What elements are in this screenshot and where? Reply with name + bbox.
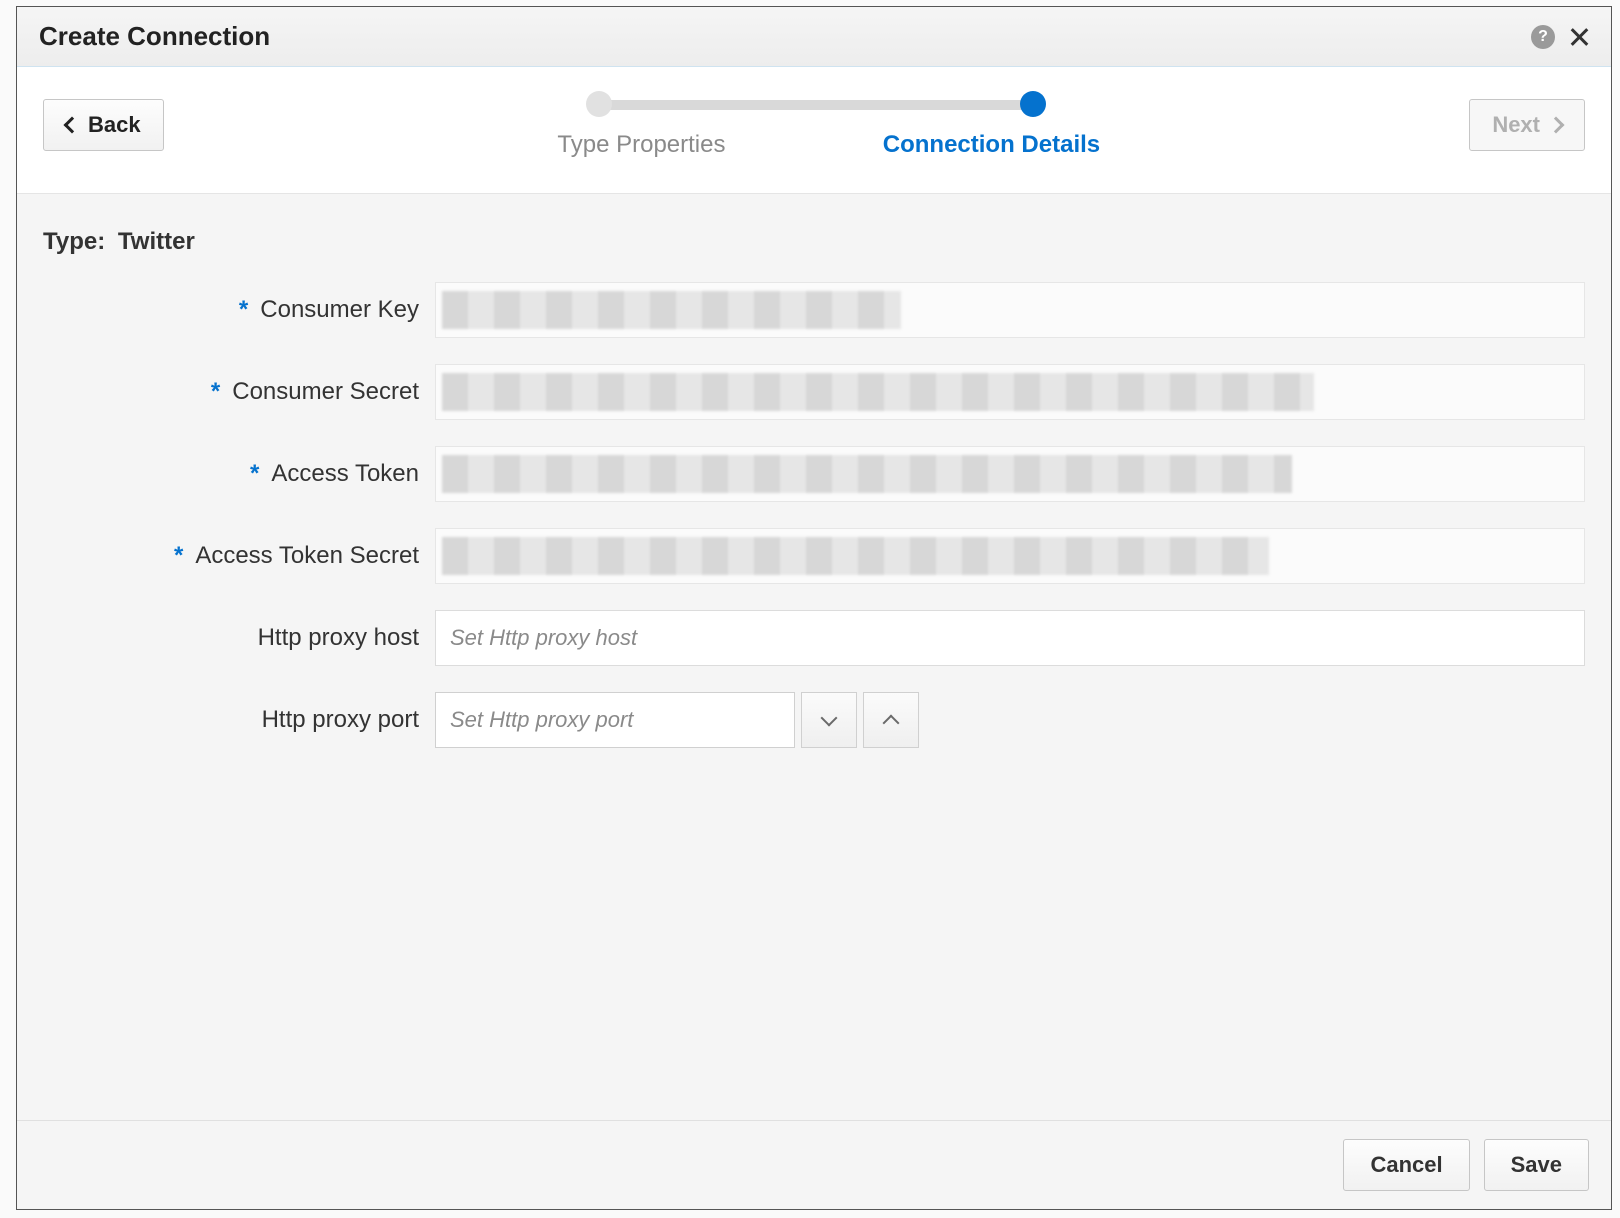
required-mark: * (174, 544, 183, 568)
chevron-left-icon (64, 117, 81, 134)
http-proxy-host-input[interactable] (435, 610, 1585, 666)
field-consumer-secret: * Consumer Secret (43, 364, 1585, 420)
cancel-button[interactable]: Cancel (1343, 1139, 1469, 1191)
type-value: Twitter (118, 228, 195, 255)
port-decrement-button[interactable] (801, 692, 857, 748)
dialog-title: Create Connection (39, 21, 1531, 52)
dialog-footer: Cancel Save (17, 1120, 1611, 1209)
form-area: Type: Twitter * Consumer Key * Consumer … (17, 194, 1611, 1120)
chevron-right-icon (1548, 117, 1565, 134)
chevron-down-icon (821, 709, 838, 726)
access-token-label: Access Token (271, 460, 419, 488)
field-http-proxy-port: Http proxy port (43, 692, 1585, 748)
required-mark: * (250, 462, 259, 486)
consumer-key-label: Consumer Key (260, 296, 419, 324)
wizard-step-label-1[interactable]: Type Properties (466, 131, 816, 159)
type-row: Type: Twitter (43, 228, 1585, 256)
back-button-label: Back (88, 112, 141, 138)
field-access-token-secret: * Access Token Secret (43, 528, 1585, 584)
http-proxy-port-label: Http proxy port (262, 706, 419, 734)
dialog-titlebar: Create Connection ? (17, 7, 1611, 67)
create-connection-dialog: Create Connection ? Back Type Properties… (16, 6, 1612, 1210)
close-icon[interactable] (1569, 27, 1589, 47)
save-button[interactable]: Save (1484, 1139, 1589, 1191)
wizard-step-label-2[interactable]: Connection Details (816, 131, 1166, 159)
type-label: Type: (43, 228, 105, 255)
consumer-secret-label: Consumer Secret (232, 378, 419, 406)
required-mark: * (239, 298, 248, 322)
next-button[interactable]: Next (1469, 99, 1585, 151)
wizard-nav: Back Type Properties Connection Details … (17, 67, 1611, 194)
next-button-label: Next (1492, 112, 1540, 138)
wizard-track (586, 91, 1046, 117)
field-http-proxy-host: Http proxy host (43, 610, 1585, 666)
consumer-key-input[interactable] (435, 282, 1585, 338)
port-increment-button[interactable] (863, 692, 919, 748)
wizard-step-dot-1[interactable] (586, 91, 612, 117)
access-token-secret-input[interactable] (435, 528, 1585, 584)
access-token-secret-label: Access Token Secret (195, 542, 419, 570)
chevron-up-icon (883, 714, 900, 731)
field-consumer-key: * Consumer Key (43, 282, 1585, 338)
access-token-input[interactable] (435, 446, 1585, 502)
required-mark: * (211, 380, 220, 404)
field-access-token: * Access Token (43, 446, 1585, 502)
wizard-step-dot-2[interactable] (1020, 91, 1046, 117)
help-icon[interactable]: ? (1531, 25, 1555, 49)
http-proxy-host-label: Http proxy host (258, 624, 419, 652)
http-proxy-port-input[interactable] (435, 692, 795, 748)
wizard-tracker: Type Properties Connection Details (164, 91, 1470, 159)
back-button[interactable]: Back (43, 99, 164, 151)
consumer-secret-input[interactable] (435, 364, 1585, 420)
